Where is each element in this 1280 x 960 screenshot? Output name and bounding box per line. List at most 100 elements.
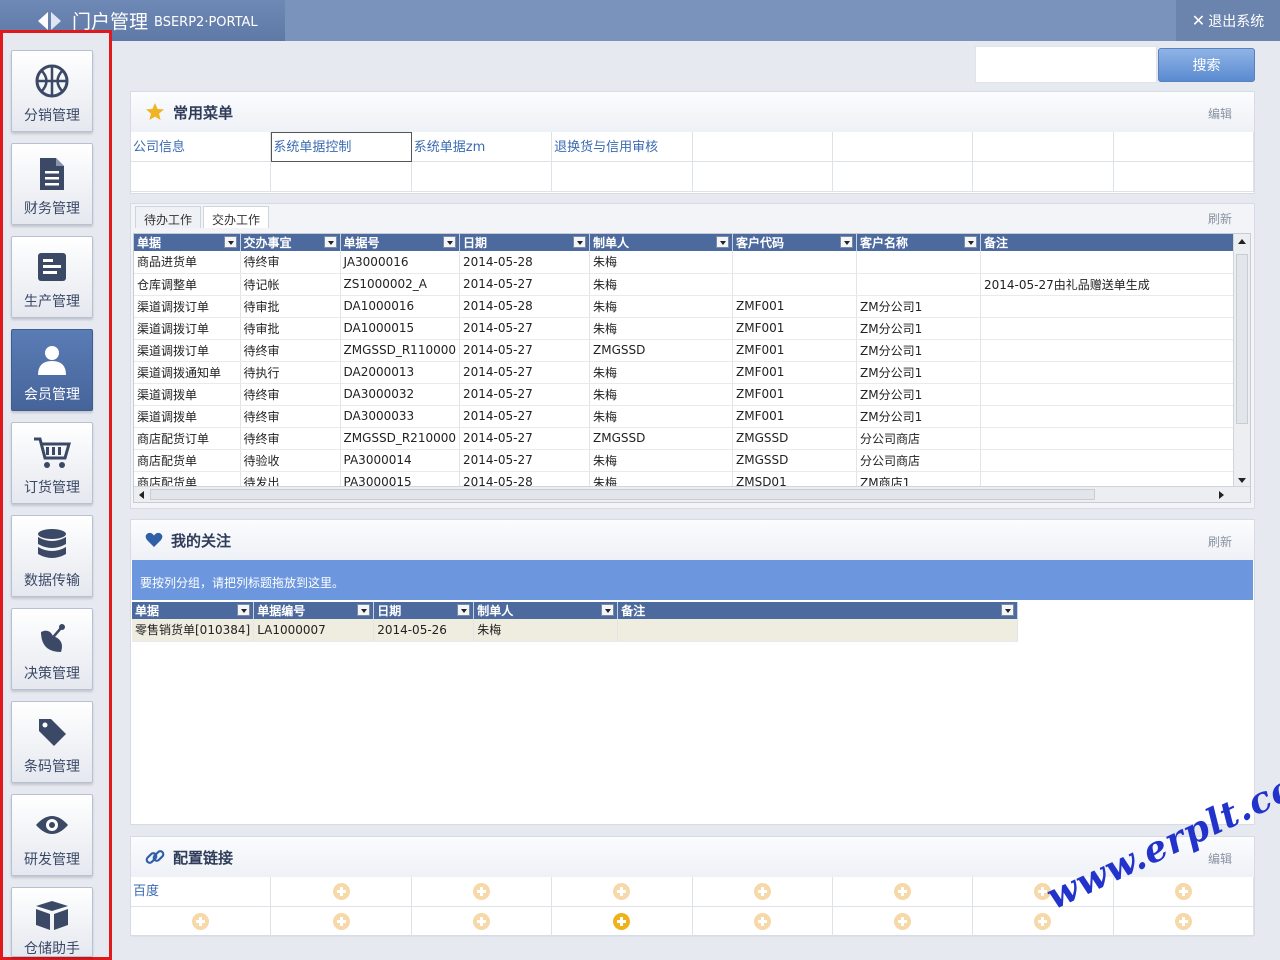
scroll-thumb[interactable] [1236,254,1248,424]
favorite-item[interactable]: 系统单据控制 [271,132,412,162]
table-row[interactable]: 商店配货订单 待终审 ZMGSSD_R210000 2014-05-27 ZMGSSD Z… [134,427,1243,450]
work-vertical-scrollbar[interactable] [1233,234,1250,488]
table-row[interactable]: 渠道调拨单 待终审 DA3000033 2014-05-27 朱梅 ZMF001 ZM分公司… [134,405,1243,428]
column-header[interactable]: 日期 [459,234,590,251]
sidebar-item-barcode[interactable]: 条码管理 [11,701,93,783]
column-header[interactable]: 单据号 [340,234,460,251]
filter-dropdown-icon[interactable] [1001,604,1015,616]
column-header[interactable]: 客户名称 [856,234,981,251]
sidebar-item-finance[interactable]: 财务管理 [11,143,93,225]
add-link-slot[interactable] [1113,907,1254,937]
work-horizontal-scrollbar[interactable] [134,486,1250,502]
table-cell: 2014-05-27 [459,449,590,472]
logout-button[interactable]: ✕ 退出系统 [1176,0,1280,41]
favorite-item[interactable] [131,162,272,192]
table-cell: 2014-05-27 [459,405,590,428]
follow-refresh-link[interactable]: 刷新 [1208,533,1232,550]
favorite-item[interactable] [832,132,974,162]
search-input[interactable] [975,46,1157,83]
add-link-slot[interactable] [411,877,553,907]
favorite-item[interactable] [973,162,1114,192]
sidebar-item-member[interactable]: 会员管理 [11,329,93,411]
column-header[interactable]: 日期 [373,602,475,619]
add-link-slot[interactable] [832,877,974,907]
add-link-slot[interactable] [552,877,693,907]
group-by-drop-area[interactable]: 要按列分组，请把列标题拖放到这里。 [132,560,1253,600]
link-item[interactable]: 百度 [131,877,272,907]
table-row[interactable]: 渠道调拨订单 待审批 DA1000015 2014-05-27 朱梅 ZMF001 ZM分公… [134,317,1243,340]
favorite-item[interactable] [411,162,553,192]
filter-dropdown-icon[interactable] [601,604,615,616]
filter-dropdown-icon[interactable] [716,236,729,248]
add-link-slot[interactable] [271,907,412,937]
sidebar-item-production[interactable]: 生产管理 [11,236,93,318]
favorite-item[interactable]: 公司信息 [131,132,272,162]
column-header[interactable]: 单据 [134,234,241,251]
filter-dropdown-icon[interactable] [457,604,471,616]
filter-dropdown-icon[interactable] [237,604,251,616]
table-row[interactable]: 渠道调拨单 待终审 DA3000032 2014-05-27 朱梅 ZMF001 ZM分公司… [134,383,1243,406]
table-row[interactable]: 零售销货单[010384] LA1000007 2014-05-26 朱梅 [132,619,1019,642]
favorite-item[interactable] [552,162,693,192]
table-row[interactable]: 商品进货单 待终审 JA3000016 2014-05-28 朱梅 [134,251,1243,274]
sidebar-item-ordering[interactable]: 订货管理 [11,422,93,504]
favorite-item[interactable] [832,162,974,192]
column-header[interactable]: 单据编号 [253,602,375,619]
search-button[interactable]: 搜索 [1158,48,1255,82]
column-header[interactable]: 单据 [132,602,255,619]
tab-todo-work[interactable]: 待办工作 [135,206,202,228]
filter-dropdown-icon[interactable] [964,236,977,248]
favorite-item[interactable] [692,162,833,192]
filter-dropdown-icon[interactable] [443,236,456,248]
links-edit-link[interactable]: 编辑 [1208,850,1232,867]
column-header[interactable]: 交办事宜 [240,234,341,251]
favorite-item[interactable]: 退换货与信用审核 [552,132,693,162]
table-row[interactable]: 渠道调拨订单 待终审 ZMGSSD_R110000 2014-05-27 ZMGSSD Z… [134,339,1243,362]
table-row[interactable]: 渠道调拨订单 待审批 DA1000016 2014-05-28 朱梅 ZMF001 ZM分公… [134,295,1243,318]
filter-dropdown-icon[interactable] [573,236,586,248]
favorites-edit-link[interactable]: 编辑 [1208,105,1232,122]
filter-dropdown-icon[interactable] [840,236,853,248]
favorite-item[interactable] [692,132,833,162]
sidebar-item-rnd[interactable]: 研发管理 [11,794,93,876]
table-row[interactable]: 渠道调拨通知单 待执行 DA2000013 2014-05-27 朱梅 ZMF001 ZM分… [134,361,1243,384]
scroll-down-arrow-icon[interactable] [1238,478,1246,483]
column-header[interactable]: 备注 [617,602,1019,619]
add-link-slot[interactable] [552,907,693,937]
add-link-slot[interactable] [271,877,412,907]
scroll-up-arrow-icon[interactable] [1238,239,1246,244]
scroll-thumb[interactable] [150,489,1095,500]
sidebar-item-decision[interactable]: 决策管理 [11,608,93,690]
table-cell [980,317,1243,340]
column-header[interactable]: 制单人 [589,234,733,251]
sidebar-item-distribution[interactable]: 分销管理 [11,50,93,132]
add-link-slot[interactable] [973,907,1114,937]
favorite-item[interactable] [271,162,412,192]
sidebar-item-data-transfer[interactable]: 数据传输 [11,515,93,597]
column-header[interactable]: 备注 [980,234,1243,251]
table-row[interactable]: 商店配货单 待验收 PA3000014 2014-05-27 朱梅 ZMGSSD 分公司商店 [134,449,1243,472]
add-link-slot[interactable] [692,877,833,907]
scroll-left-arrow-icon[interactable] [139,491,144,499]
close-icon: ✕ [1191,11,1206,30]
favorite-item[interactable]: 系统单据zm [411,132,553,162]
work-refresh-link[interactable]: 刷新 [1208,210,1232,227]
favorite-item[interactable] [973,132,1114,162]
column-header-label: 客户名称 [860,236,909,250]
add-link-slot[interactable] [411,907,553,937]
sidebar-item-label: 仓储助手 [24,941,80,957]
table-row[interactable]: 仓库调整单 待记帐 ZS1000002_A 2014-05-27 朱梅 2014-05-2… [134,273,1243,296]
add-link-slot[interactable] [832,907,974,937]
filter-dropdown-icon[interactable] [223,236,237,248]
tab-assigned-work[interactable]: 交办工作 [203,206,270,228]
column-header[interactable]: 客户代码 [732,234,857,251]
favorite-item[interactable] [1113,162,1254,192]
add-link-slot[interactable] [131,907,272,937]
add-link-slot[interactable] [692,907,833,937]
scroll-right-arrow-icon[interactable] [1219,491,1224,499]
sidebar-item-warehouse[interactable]: 仓储助手 [11,887,93,957]
column-header[interactable]: 制单人 [473,602,619,619]
filter-dropdown-icon[interactable] [323,236,337,248]
filter-dropdown-icon[interactable] [357,604,371,616]
favorite-item[interactable] [1113,132,1254,162]
